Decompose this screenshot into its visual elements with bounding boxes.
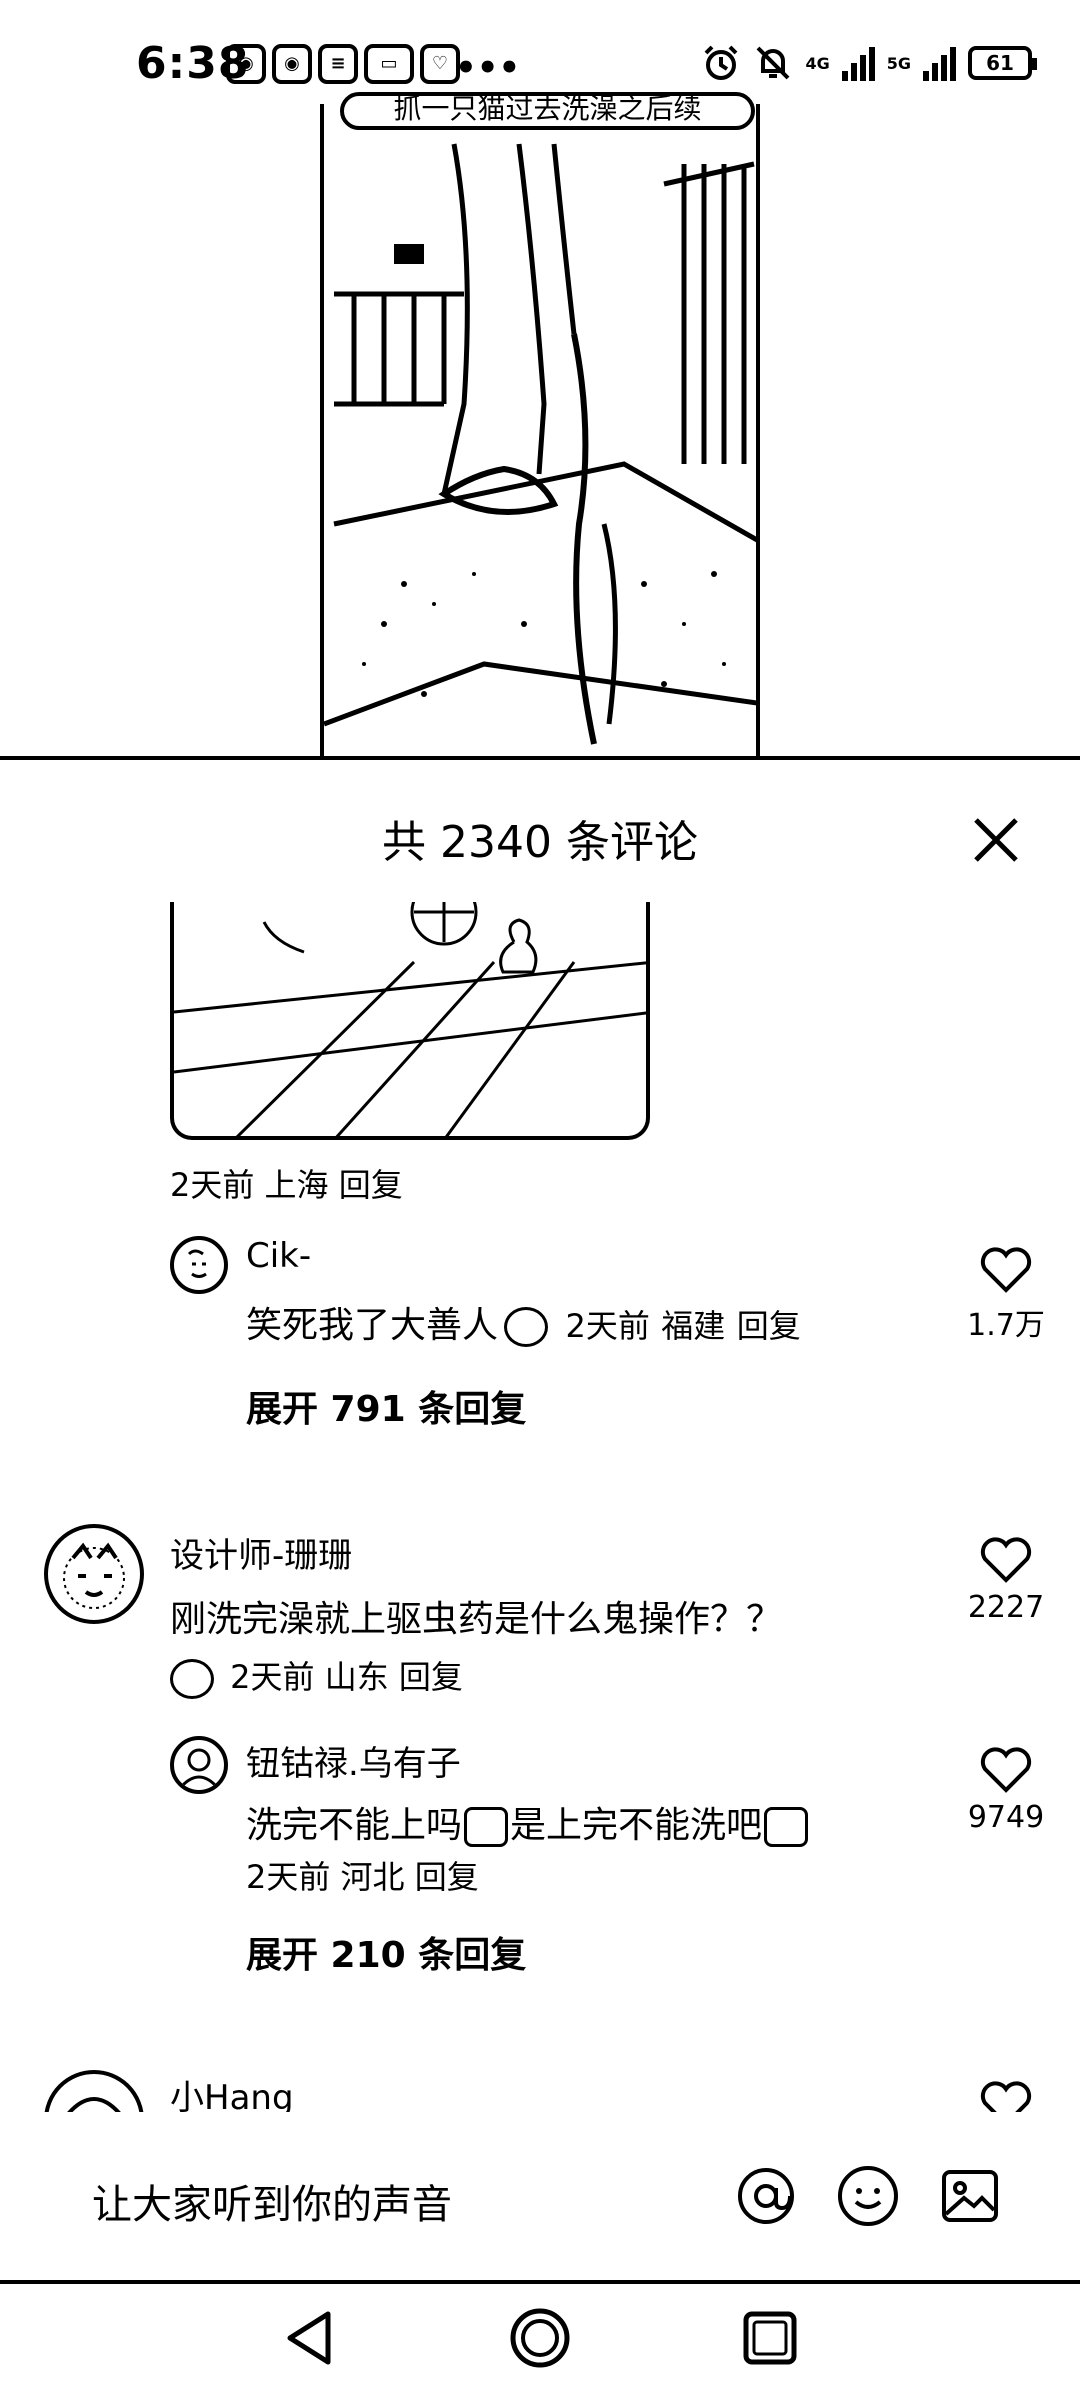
app-icon: ▭ — [364, 44, 414, 84]
heart-icon — [980, 1537, 1032, 1583]
recents-nav-icon[interactable] — [738, 2306, 802, 2370]
mute-bell-icon — [757, 46, 790, 80]
image-icon[interactable] — [938, 2164, 1002, 2228]
comment-location: 山东 — [324, 1658, 389, 1696]
reply-link[interactable]: 回复 — [339, 1166, 403, 1204]
video-preview[interactable] — [320, 104, 760, 760]
avatar-image — [187, 1249, 207, 1278]
app-icon: ≡ — [318, 44, 358, 84]
comment-image-attachment[interactable] — [170, 902, 650, 1140]
like-count: 9749 — [967, 1800, 1045, 1835]
facepalm-emoji-icon — [464, 1807, 509, 1847]
weibo-icon: ◉ — [272, 44, 312, 84]
heart-icon — [980, 1747, 1032, 1793]
nav-bar-divider — [0, 2280, 1080, 2284]
back-nav-icon[interactable] — [278, 2306, 342, 2370]
heart-app-icon: ♡ — [420, 44, 460, 84]
avatar[interactable] — [170, 1236, 228, 1294]
comment-count-title: 共 2340 条评论 — [382, 817, 698, 868]
expand-replies-button[interactable]: 展开 210 条回复 — [246, 1926, 526, 1978]
comment-text: 刚洗完澡就上驱虫药是什么鬼操作？？ — [170, 1599, 783, 1640]
avatar[interactable] — [44, 1524, 144, 1624]
reply-link[interactable]: 回复 — [415, 1858, 479, 1896]
like-button[interactable]: 9749 — [966, 1746, 1046, 1835]
like-count: 2227 — [967, 1590, 1045, 1625]
comment-location: 福建 — [661, 1307, 726, 1345]
more-notifications-indicator: ••• — [455, 48, 521, 88]
status-right-group: 4G 5G 61 — [701, 40, 1037, 86]
laugh-emoji-icon — [504, 1307, 549, 1347]
home-nav-icon[interactable] — [508, 2306, 572, 2370]
comment-username[interactable]: Cik- — [246, 1236, 311, 1276]
comment-text: 洗完不能上吗 — [246, 1805, 463, 1846]
comment-time: 2天前 — [170, 1166, 255, 1204]
comment-input[interactable]: 让大家听到你的声音 — [92, 2172, 452, 2230]
facepalm-emoji-icon — [764, 1807, 809, 1847]
video-frame-image — [324, 104, 756, 756]
comment-username[interactable]: 钮钴禄.乌有子 — [246, 1736, 461, 1785]
avatar[interactable] — [170, 1736, 228, 1794]
battery-level: 61 — [986, 51, 1014, 75]
comment-time: 2天前 — [246, 1858, 331, 1896]
signal-icon — [923, 45, 956, 81]
avatar-image — [180, 1748, 218, 1788]
expand-replies-button[interactable]: 展开 791 条回复 — [246, 1380, 526, 1432]
emoji-icon[interactable] — [836, 2164, 900, 2228]
comment-time: 2天前 — [230, 1658, 315, 1696]
heart-icon[interactable] — [979, 2080, 1033, 2112]
weibo-icon: ◉ — [226, 44, 266, 84]
comment-location: 河北 — [340, 1858, 405, 1896]
signal-icon — [841, 45, 875, 81]
comment-meta: 2天前 上海 回复 — [170, 1160, 403, 1206]
like-count: 1.7万 — [967, 1308, 1045, 1343]
comment-text-line: 笑死我了大善人 2天前 福建 回复 — [246, 1296, 801, 1348]
mention-icon[interactable] — [734, 2164, 798, 2228]
avatar[interactable] — [44, 2070, 144, 2112]
face-emoji-icon — [170, 1659, 214, 1699]
network-label-5g: 5G — [886, 53, 911, 73]
comment-photo — [174, 902, 646, 1136]
video-caption-bubble: 抓一只猫过去洗澡之后续 — [340, 92, 755, 130]
comment-partial: 小Hang — [0, 2060, 1080, 2112]
comment-time: 2天前 — [565, 1307, 650, 1345]
alarm-icon — [705, 45, 738, 80]
comment-text: 笑死我了大善人 — [246, 1305, 499, 1346]
reply-link[interactable]: 回复 — [737, 1307, 801, 1345]
comment-username[interactable]: 设计师-珊珊 — [170, 1528, 352, 1577]
like-button[interactable]: 1.7万 — [966, 1246, 1046, 1344]
like-button[interactable]: 2227 — [966, 1536, 1046, 1625]
comments-sheet-top-border — [0, 756, 1080, 760]
reply-link[interactable]: 回复 — [399, 1658, 463, 1696]
comment-username[interactable]: 小Hang — [170, 2070, 294, 2112]
comment-text-line: 洗完不能上吗 是上完不能洗吧 — [246, 1796, 810, 1848]
comment-location: 上海 — [264, 1166, 329, 1204]
avatar-image — [67, 2097, 121, 2112]
heart-icon — [980, 1247, 1032, 1293]
close-icon[interactable] — [966, 810, 1026, 870]
comment-meta: 2天前 山东 回复 — [170, 1652, 463, 1699]
comment-text: 是上完不能洗吧 — [510, 1805, 763, 1846]
network-label-4g: 4G — [805, 53, 830, 73]
comment-meta: 2天前 河北 回复 — [246, 1852, 479, 1898]
battery-icon: 61 — [968, 46, 1037, 80]
avatar-image — [63, 1542, 125, 1609]
